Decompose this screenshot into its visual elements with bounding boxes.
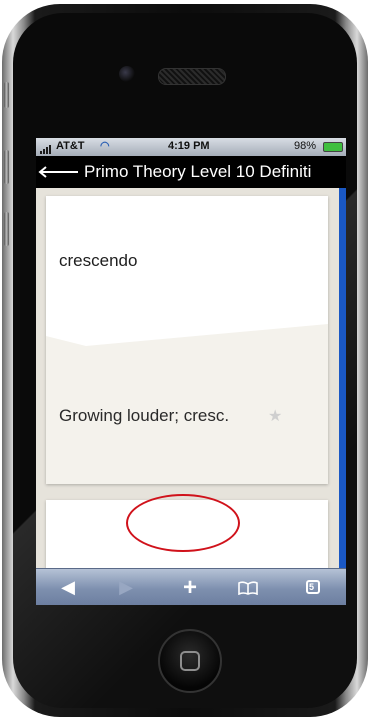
star-icon[interactable]: ★ (268, 406, 282, 426)
volume-up-button (4, 150, 9, 184)
bookmarks-button[interactable] (228, 569, 268, 605)
mute-switch (4, 82, 9, 108)
signal-icon (40, 142, 52, 154)
battery-percent: 98% (294, 140, 317, 152)
forward-button[interactable]: ▶ (106, 569, 146, 605)
scroll-indicator (339, 188, 346, 568)
pages-button[interactable]: 5 (292, 569, 332, 605)
carrier-label: AT&T (56, 140, 85, 152)
book-icon (238, 581, 258, 596)
add-button[interactable]: + (170, 569, 210, 605)
home-button[interactable] (158, 629, 222, 693)
card-front-face (46, 196, 328, 346)
status-bar: AT&T ◠ 4:19 PM 98% (36, 138, 346, 156)
page-title: Primo Theory Level 10 Definiti (84, 162, 312, 181)
nav-bar: Primo Theory Level 10 Definiti (36, 156, 346, 188)
volume-down-button (4, 212, 9, 246)
battery-icon (323, 142, 343, 152)
back-button[interactable]: ◀ (48, 569, 88, 605)
forward-triangle-icon: ▶ (119, 577, 133, 597)
flashcard-list[interactable]: crescendo Growing louder; cresc. ★ (36, 188, 339, 568)
pages-count: 5 (309, 582, 315, 592)
back-arrow-icon[interactable] (37, 165, 79, 179)
phone-screen: AT&T ◠ 4:19 PM 98% Primo Theory Level 10… (36, 138, 346, 605)
flashcard[interactable]: crescendo Growing louder; cresc. ★ (46, 196, 328, 484)
flashcard-term: crescendo (59, 251, 138, 270)
wifi-icon: ◠ (100, 140, 110, 152)
earpiece-speaker (158, 68, 226, 85)
browser-toolbar: ◀ ▶ + 5 (36, 568, 346, 605)
home-square-icon (180, 651, 200, 671)
red-annotation-ellipse (126, 494, 240, 552)
front-camera (119, 66, 135, 82)
status-time: 4:19 PM (168, 140, 210, 152)
flashcard-definition: Growing louder; cresc. (59, 406, 230, 425)
plus-icon: + (182, 574, 197, 601)
back-triangle-icon: ◀ (61, 577, 75, 597)
